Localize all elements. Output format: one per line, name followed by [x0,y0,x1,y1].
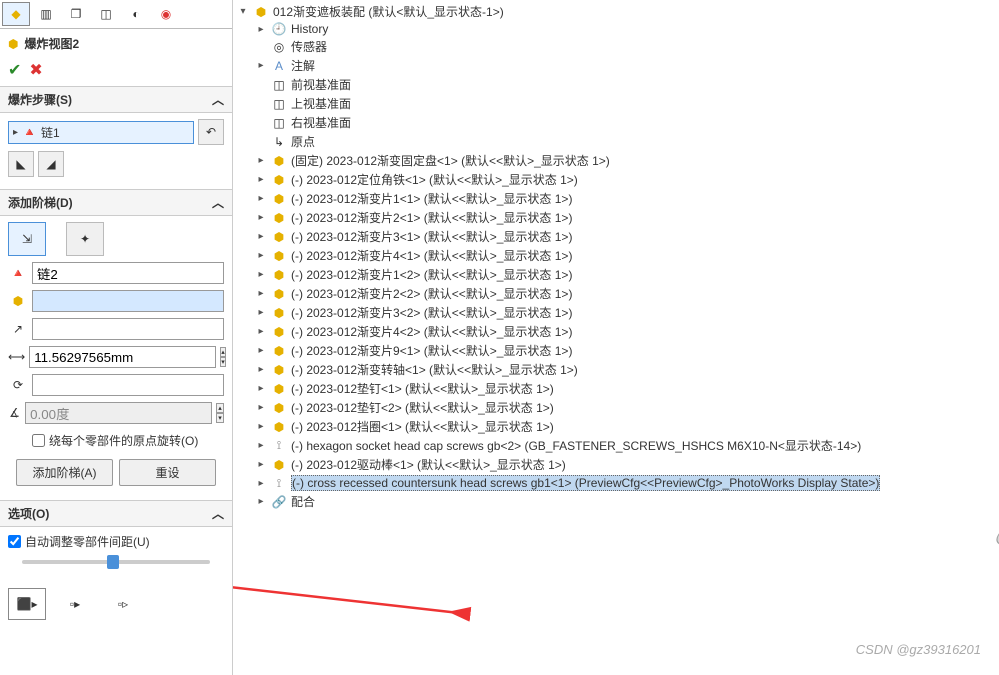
section-label: 爆炸步骤(S) [8,91,72,108]
tab-appearance[interactable]: ◉ [152,2,180,26]
rotation-axis-input[interactable] [32,374,224,396]
tree-part[interactable]: ▸⬢(-) 2023-012渐变片2<2> (默认<<默认>_显示状态 1>) [237,284,995,303]
tree-part[interactable]: ▸⬢(-) 2023-012挡圈<1> (默认<<默认>_显示状态 1>) [237,417,995,436]
linear-stair-button[interactable]: ⇲ [8,222,46,256]
tree-part[interactable]: ▸⬢(-) 2023-012垫钉<1> (默认<<默认>_显示状态 1>) [237,379,995,398]
tab-configuration[interactable]: ❐ [62,2,90,26]
step-chain-1[interactable]: ▸ 🔺 链1 [8,121,194,144]
component-select[interactable] [32,290,224,312]
watermark: CSDN @gz39316201 [856,642,981,657]
spin-down[interactable]: ▾ [220,357,226,367]
goto-start-button[interactable]: ◣ [8,151,34,177]
chain-icon: 🔺 [8,266,28,280]
tree-screw-hex[interactable]: ▸⟟ (-) hexagon socket head cap screws gb… [237,436,995,455]
tree-part[interactable]: ▸⬢(-) 2023-012渐变片2<1> (默认<<默认>_显示状态 1>) [237,208,995,227]
add-stair-button[interactable]: 添加阶梯(A) [16,459,113,486]
chain-name-input[interactable] [32,262,224,284]
graphics-area: ▾⬢ 012渐变遮板装配 (默认<默认_显示状态-1>) ▸🕘 History … [233,0,999,675]
tree-part[interactable]: ▸⬢(-) 2023-012渐变片4<2> (默认<<默认>_显示状态 1>) [237,322,995,341]
tree-part[interactable]: ▸⬢(-) 2023-012渐变转轴<1> (默认<<默认>_显示状态 1>) [237,360,995,379]
tree-sensors[interactable]: ◎ 传感器 [237,37,995,56]
undo-step-button[interactable]: ↶ [198,119,224,145]
reset-button[interactable]: 重设 [119,459,216,486]
angle-input [25,402,212,424]
auto-spacing-checkbox[interactable] [8,535,21,548]
tree-part[interactable]: ▸⬢(-) 2023-012垫钉<2> (默认<<默认>_显示状态 1>) [237,398,995,417]
tree-front-plane[interactable]: ◫ 前视基准面 [237,75,995,94]
tab-display[interactable]: ◐ [122,2,150,26]
spin-down[interactable]: ▾ [216,413,224,423]
property-manager-panel: ◆ ▥ ❐ ◫ ◐ ◉ ⬢ 爆炸视图2 ✔ ✖ 爆炸步骤(S) ︿ ▸ 🔺 链1 [0,0,233,675]
angle-icon: ∡ [8,406,21,420]
section-options[interactable]: 选项(O) ︿ [0,500,232,527]
tree-part[interactable]: ▸⬢(-) 2023-012渐变片1<2> (默认<<默认>_显示状态 1>) [237,265,995,284]
tree-part[interactable]: ▸⬢(-) 2023-012渐变片1<1> (默认<<默认>_显示状态 1>) [237,189,995,208]
rotate-origin-checkbox[interactable] [32,434,45,447]
tree-part[interactable]: ▸⬢(-) 2023-012渐变片4<1> (默认<<默认>_显示状态 1>) [237,246,995,265]
checkbox-label: 自动调整零部件间距(U) [25,533,150,550]
slider-thumb[interactable] [107,555,119,569]
explode-mode-2[interactable]: ▫▸ [56,588,94,620]
distance-icon: ⟷ [8,350,25,364]
radial-stair-button[interactable]: ✦ [66,222,104,256]
tab-feature-manager[interactable]: ◆ [2,2,30,26]
tree-top-plane[interactable]: ◫ 上视基准面 [237,94,995,113]
tree-part[interactable]: ▸⬢(-) 2023-012渐变片9<1> (默认<<默认>_显示状态 1>) [237,341,995,360]
tree-annotations[interactable]: ▸A 注解 [237,56,995,75]
tree-part[interactable]: ▸⬢(-) 2023-012定位角铁<1> (默认<<默认>_显示状态 1>) [237,170,995,189]
section-label: 选项(O) [8,505,49,522]
tree-part[interactable]: ▸⬢(固定) 2023-012渐变固定盘<1> (默认<<默认>_显示状态 1>… [237,151,995,170]
step-icon: 🔺 [22,125,37,139]
spin-up[interactable]: ▴ [216,403,224,413]
explode-mode-3[interactable]: ▫▹ [104,588,142,620]
tab-property[interactable]: ▥ [32,2,60,26]
axis-icon: ⟳ [8,378,28,392]
step-label: 链1 [41,124,60,141]
section-add-stair[interactable]: 添加阶梯(D) ︿ [0,189,232,216]
tree-right-plane[interactable]: ◫ 右视基准面 [237,113,995,132]
collapse-icon: ︿ [212,505,224,522]
section-explode-steps[interactable]: 爆炸步骤(S) ︿ [0,86,232,113]
collapse-icon: ︿ [212,91,224,108]
assembly-icon: ⬢ [8,37,18,51]
spin-up[interactable]: ▴ [220,347,226,357]
distance-input[interactable] [29,346,216,368]
tab-dimxpert[interactable]: ◫ [92,2,120,26]
section-label: 添加阶梯(D) [8,194,73,211]
annotation-arrow [233,564,473,624]
component-icon: ⬢ [8,294,28,308]
tree-screw-countersunk[interactable]: ▸⟟ (-) cross recessed countersunk head s… [237,474,995,492]
panel-title: 爆炸视图2 [24,35,79,52]
tree-mates[interactable]: ▸🔗 配合 [237,492,995,511]
tree-history[interactable]: ▸🕘 History [237,21,995,37]
collapse-icon: ︿ [212,194,224,211]
tree-origin[interactable]: ↳ 原点 [237,132,995,151]
direction-icon: ↗ [8,322,28,336]
panel-title-row: ⬢ 爆炸视图2 [0,29,232,58]
tree-part[interactable]: ▸⬢(-) 2023-012渐变片3<2> (默认<<默认>_显示状态 1>) [237,303,995,322]
bottom-icon-row: ⬛▸ ▫▸ ▫▹ [0,580,232,628]
ok-button[interactable]: ✔ [8,60,21,80]
checkbox-label: 绕每个零部件的原点旋转(O) [49,432,198,449]
goto-end-button[interactable]: ◢ [38,151,64,177]
tree-root[interactable]: ▾⬢ 012渐变遮板装配 (默认<默认_显示状态-1>) [237,2,995,21]
panel-tabs: ◆ ▥ ❐ ◫ ◐ ◉ [0,0,232,29]
explode-mode-1[interactable]: ⬛▸ [8,588,46,620]
tree-drive-rod[interactable]: ▸⬢ (-) 2023-012驱动棒<1> (默认<<默认>_显示状态 1>) [237,455,995,474]
direction-input[interactable] [32,318,224,340]
cancel-button[interactable]: ✖ [29,60,42,80]
feature-tree: ▾⬢ 012渐变遮板装配 (默认<默认_显示状态-1>) ▸🕘 History … [233,0,999,513]
tree-part[interactable]: ▸⬢(-) 2023-012渐变片3<1> (默认<<默认>_显示状态 1>) [237,227,995,246]
spacing-slider[interactable] [22,560,210,564]
confirm-row: ✔ ✖ [0,58,232,86]
